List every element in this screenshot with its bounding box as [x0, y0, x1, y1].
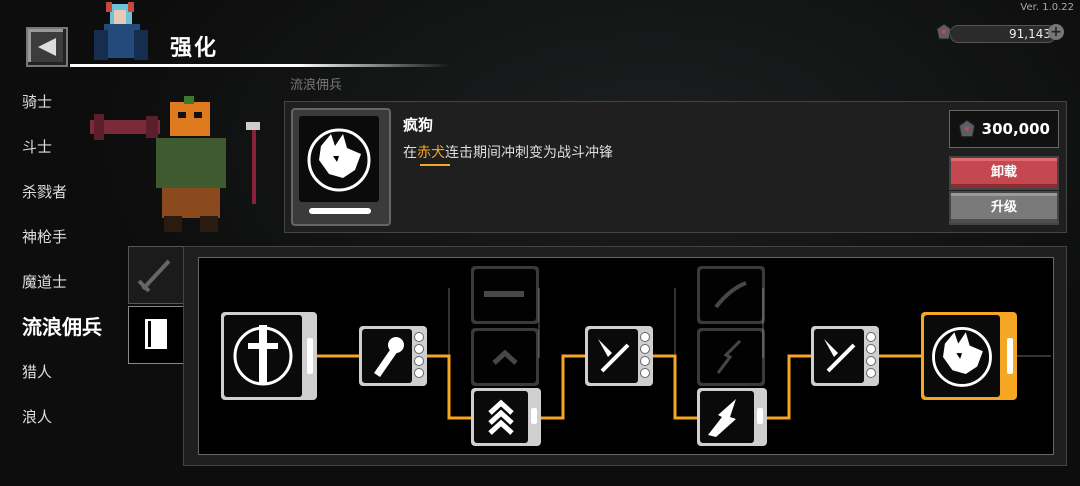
currency-bar: 91,143 [950, 25, 1056, 43]
dash-strike-icon [824, 339, 856, 373]
skill-desc-suffix: 连击期间冲刺变为战斗冲锋 [445, 145, 613, 161]
chevron-up-icon [492, 349, 518, 365]
skill-desc-highlight: 赤犬 [417, 145, 445, 161]
book-icon [145, 319, 167, 349]
skill-node-4c[interactable] [697, 388, 767, 446]
node-slot [1007, 338, 1013, 374]
book-tab[interactable] [128, 306, 184, 364]
node-face [362, 329, 412, 383]
class-item-ronin[interactable]: 浪人 [22, 405, 122, 450]
skill-level-bar [309, 208, 371, 214]
class-item-hunter[interactable]: 猎人 [22, 360, 122, 405]
node-pips [414, 332, 424, 380]
skill-tree [198, 257, 1054, 455]
skill-node-3[interactable] [585, 326, 653, 386]
page-title: 强化 [170, 36, 219, 61]
skill-node-4b[interactable] [697, 328, 765, 386]
node-face [224, 315, 302, 397]
back-arrow-icon [38, 38, 56, 56]
node-face [700, 391, 754, 443]
sword-emblem-icon [233, 325, 293, 386]
skill-node-root[interactable] [221, 312, 317, 400]
currency-amount: 91,143 [1009, 27, 1051, 41]
upgrade-button[interactable]: 升级 [949, 191, 1059, 225]
class-item-mercenary[interactable]: 流浪佣兵 [22, 315, 122, 360]
node-pips [866, 332, 876, 380]
skill-tree-panel [183, 246, 1067, 466]
version-label: Ver. 1.0.22 [1020, 2, 1074, 13]
skill-node-2b[interactable] [471, 328, 539, 386]
skill-info-panel: 疯狗 在赤犬连击期间冲刺变为战斗冲锋 300,000 卸载 升级 [284, 101, 1067, 233]
skill-node-4a[interactable] [697, 266, 765, 324]
unload-button[interactable]: 卸载 [949, 156, 1059, 190]
highlight-underline [420, 164, 450, 166]
weapon-tab[interactable] [128, 246, 184, 304]
node-face [474, 269, 536, 321]
skill-preview-card [291, 108, 391, 226]
node-face [474, 391, 528, 443]
node-face [588, 329, 638, 383]
node-face [814, 329, 864, 383]
torch-icon [374, 337, 404, 377]
skill-name: 疯狗 [403, 116, 434, 134]
node-face [924, 315, 1000, 397]
node-pips [640, 332, 650, 380]
avatar [94, 2, 148, 60]
character-sprite [90, 96, 260, 232]
wolf-icon [932, 327, 992, 387]
skill-desc-prefix: 在 [403, 145, 417, 161]
skill-description: 在赤犬连击期间冲刺变为战斗冲锋 [403, 142, 613, 162]
node-face [700, 331, 762, 383]
skill-node-final[interactable] [921, 312, 1017, 400]
add-currency-button[interactable]: + [1048, 24, 1064, 40]
node-face [474, 331, 536, 383]
wolf-icon [307, 128, 371, 192]
skill-preview-face [299, 116, 379, 202]
chevron-up-icon [488, 399, 514, 435]
node-slot [531, 408, 537, 424]
gem-icon [958, 119, 976, 138]
node-face [700, 269, 762, 321]
currency-display: 91,143 + [934, 20, 1068, 46]
class-item-mage[interactable]: 魔道士 [22, 270, 122, 315]
upgrade-cost: 300,000 [949, 110, 1059, 148]
skill-node-2c[interactable] [471, 388, 541, 446]
lightning-icon [716, 339, 742, 374]
faded-class-label: 流浪佣兵 [290, 78, 343, 93]
dash-strike-icon [598, 339, 630, 373]
skill-node-2a[interactable] [471, 266, 539, 324]
gem-icon [936, 23, 952, 40]
node-slot [307, 338, 313, 374]
lightning-icon [708, 399, 736, 437]
slash-icon [714, 281, 747, 309]
cost-value: 300,000 [981, 120, 1050, 138]
title-underline [70, 64, 450, 67]
blade-icon [484, 291, 524, 297]
back-button[interactable] [26, 27, 68, 67]
skill-node-1[interactable] [359, 326, 427, 386]
skill-node-5[interactable] [811, 326, 879, 386]
node-slot [757, 408, 763, 424]
sword-icon [137, 259, 171, 293]
